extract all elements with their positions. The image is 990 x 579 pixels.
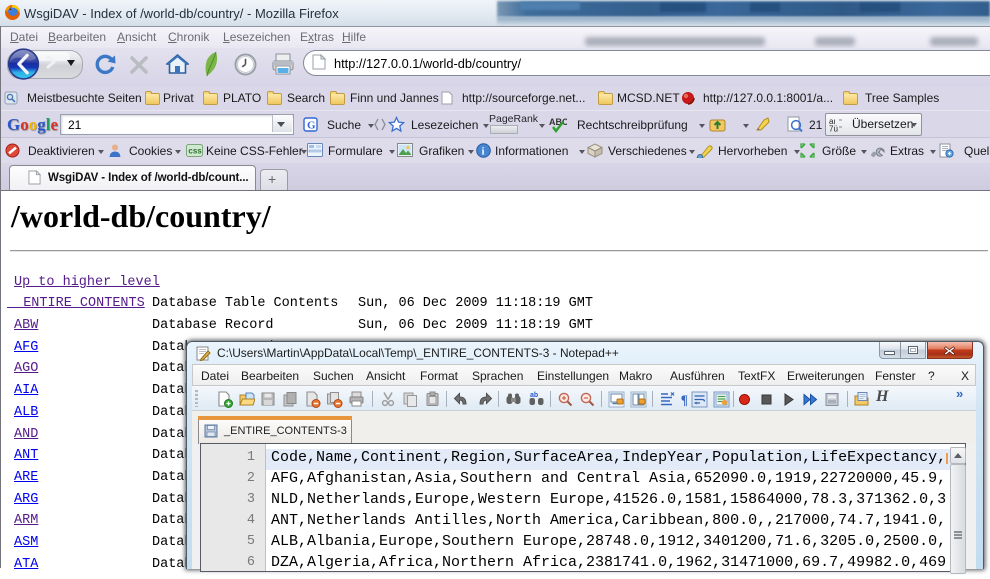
svg-text:ABC: ABC [549,117,567,127]
svg-text:7ü: 7ü [829,125,838,133]
svg-text:i: i [482,147,485,158]
svg-text:css: css [188,147,202,156]
svg-text:ab: ab [530,392,538,399]
svg-text:G: G [307,120,316,132]
svg-text:¶: ¶ [681,392,688,407]
